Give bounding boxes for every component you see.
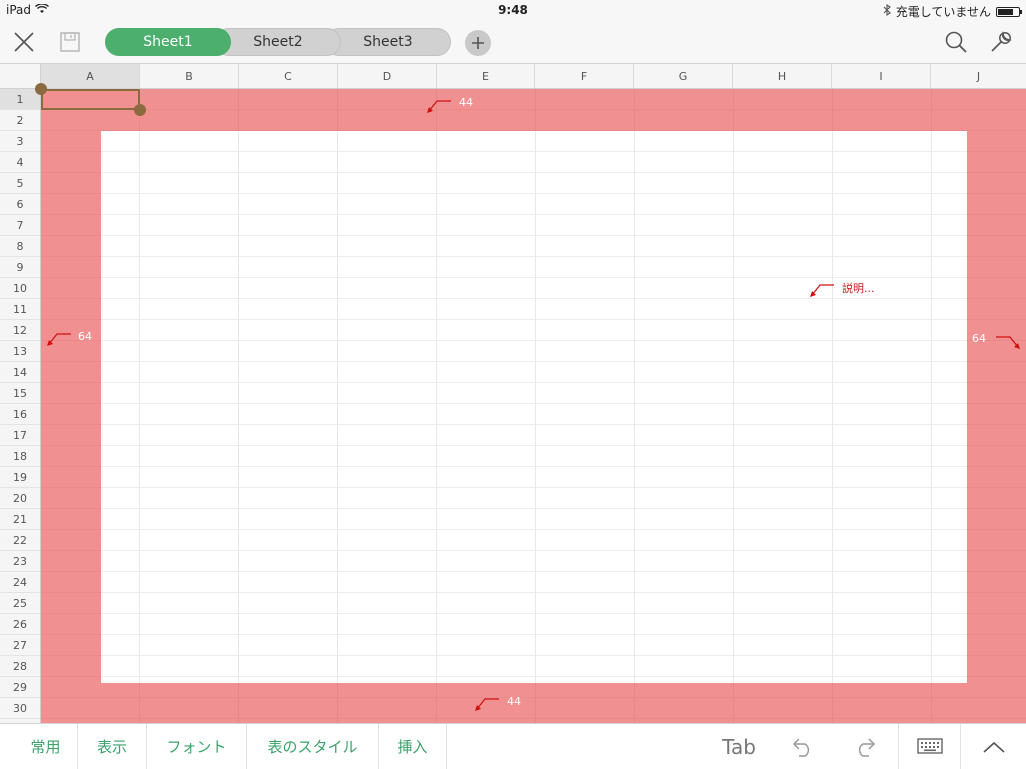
row-10[interactable]: 10 xyxy=(0,278,40,299)
tab-sheet2[interactable]: Sheet2 xyxy=(215,28,341,56)
tab-insert[interactable]: 挿入 xyxy=(379,724,447,769)
row-6[interactable]: 6 xyxy=(0,194,40,215)
search-icon[interactable] xyxy=(940,26,972,58)
column-b[interactable]: B xyxy=(140,64,239,88)
row-29[interactable]: 29 xyxy=(0,677,40,698)
selection-handle-bottom-right[interactable] xyxy=(134,104,146,116)
column-j[interactable]: J xyxy=(931,64,1026,88)
row-11[interactable]: 11 xyxy=(0,299,40,320)
plus-icon[interactable] xyxy=(465,30,491,56)
tab-common[interactable]: 常用 xyxy=(14,724,78,769)
column-i[interactable]: I xyxy=(832,64,931,88)
column-d[interactable]: D xyxy=(338,64,437,88)
selected-cell[interactable] xyxy=(41,89,140,110)
row-19[interactable]: 19 xyxy=(0,467,40,488)
keyboard-icon[interactable] xyxy=(898,724,961,769)
row-16[interactable]: 16 xyxy=(0,404,40,425)
column-e[interactable]: E xyxy=(437,64,535,88)
bluetooth-icon xyxy=(883,3,891,19)
close-icon[interactable] xyxy=(8,26,40,58)
column-g[interactable]: G xyxy=(634,64,733,88)
redo-icon[interactable] xyxy=(834,724,898,769)
wrench-icon[interactable] xyxy=(985,26,1017,58)
row-24[interactable]: 24 xyxy=(0,572,40,593)
sheet-tabs: Sheet1 Sheet2 Sheet3 xyxy=(105,28,451,56)
column-h[interactable]: H xyxy=(733,64,832,88)
row-22[interactable]: 22 xyxy=(0,530,40,551)
tab-view[interactable]: 表示 xyxy=(78,724,147,769)
save-icon[interactable] xyxy=(54,26,86,58)
status-bar: iPad 9:48 充電していません xyxy=(0,0,1026,20)
toolbar: Sheet1 Sheet2 Sheet3 xyxy=(0,20,1026,64)
row-13[interactable]: 13 xyxy=(0,341,40,362)
undo-icon[interactable] xyxy=(770,724,834,769)
column-f[interactable]: F xyxy=(535,64,634,88)
row-30[interactable]: 30 xyxy=(0,698,40,719)
tab-key-button[interactable]: Tab xyxy=(708,724,770,769)
row-28[interactable]: 28 xyxy=(0,656,40,677)
status-right: 充電していません xyxy=(883,3,1022,20)
bottom-toolbar: 常用 表示 フォント 表のスタイル 挿入 Tab xyxy=(0,723,1026,769)
column-a[interactable]: A xyxy=(41,64,140,88)
charging-status: 充電していません xyxy=(895,5,991,19)
row-18[interactable]: 18 xyxy=(0,446,40,467)
row-7[interactable]: 7 xyxy=(0,215,40,236)
cell-grid[interactable] xyxy=(41,89,1026,723)
tab-table-style[interactable]: 表のスタイル xyxy=(247,724,379,769)
column-c[interactable]: C xyxy=(239,64,338,88)
row-8[interactable]: 8 xyxy=(0,236,40,257)
tab-sheet3[interactable]: Sheet3 xyxy=(325,28,451,56)
column-header: A B C D E F G H I J xyxy=(0,64,1026,89)
tab-sheet1[interactable]: Sheet1 xyxy=(105,28,231,56)
row-header: 1 2 3 4 5 6 7 8 9 10 11 12 13 14 15 16 1… xyxy=(0,89,41,723)
row-14[interactable]: 14 xyxy=(0,362,40,383)
row-26[interactable]: 26 xyxy=(0,614,40,635)
row-12[interactable]: 12 xyxy=(0,320,40,341)
row-15[interactable]: 15 xyxy=(0,383,40,404)
row-17[interactable]: 17 xyxy=(0,425,40,446)
tab-font[interactable]: フォント xyxy=(147,724,247,769)
status-time: 9:48 xyxy=(498,3,528,17)
row-1[interactable]: 1 xyxy=(0,89,40,110)
row-21[interactable]: 21 xyxy=(0,509,40,530)
row-3[interactable]: 3 xyxy=(0,131,40,152)
row-2[interactable]: 2 xyxy=(0,110,40,131)
row-20[interactable]: 20 xyxy=(0,488,40,509)
row-5[interactable]: 5 xyxy=(0,173,40,194)
selection-handle-top-left[interactable] xyxy=(35,83,47,95)
row-25[interactable]: 25 xyxy=(0,593,40,614)
battery-icon xyxy=(996,6,1022,17)
row-23[interactable]: 23 xyxy=(0,551,40,572)
chevron-up-icon[interactable] xyxy=(961,724,1026,769)
row-9[interactable]: 9 xyxy=(0,257,40,278)
row-27[interactable]: 27 xyxy=(0,635,40,656)
row-4[interactable]: 4 xyxy=(0,152,40,173)
